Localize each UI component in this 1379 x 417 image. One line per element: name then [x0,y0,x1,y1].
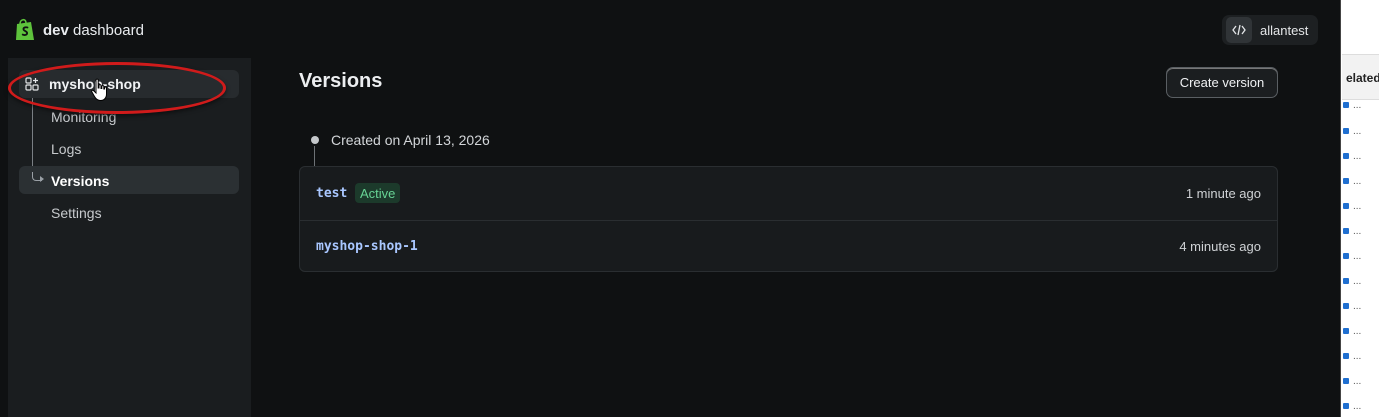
background-header: elated [1342,54,1379,100]
version-time: 1 minute ago [1185,185,1261,201]
background-row-text: ... [1353,126,1362,137]
version-row-myshop-shop-1[interactable]: myshop-shop-1 4 minutes ago [300,220,1277,272]
create-version-button[interactable]: Create version [1166,67,1278,98]
brand-rest: dashboard [73,21,144,39]
background-row-marker [1343,353,1349,359]
background-row-text: ... [1353,326,1362,337]
background-row-text: ... [1353,201,1362,212]
code-icon [1226,17,1252,43]
sidebar-item-versions[interactable]: Versions [51,173,109,189]
background-row-marker [1343,278,1349,284]
background-row-marker [1343,253,1349,259]
page-title: Versions [299,70,383,92]
hand-cursor-icon [91,78,107,102]
background-row-marker [1343,203,1349,209]
user-menu[interactable]: allantest [1222,15,1318,45]
background-row-marker [1343,228,1349,234]
background-row-marker [1343,128,1349,134]
background-row-marker [1343,303,1349,309]
background-window: elated ... ... ... ... ... ... ... ... .… [1342,0,1379,417]
background-row-marker [1343,102,1349,108]
background-row-marker [1343,378,1349,384]
version-name[interactable]: myshop-shop-1 [316,239,418,254]
sidebar-item-settings[interactable]: Settings [51,205,102,221]
background-row-marker [1343,153,1349,159]
background-row-text: ... [1353,376,1362,387]
apps-grid-icon [25,77,39,91]
status-badge: Active [355,183,401,203]
background-row-marker [1343,178,1349,184]
background-row-marker [1343,328,1349,334]
background-row-text: ... [1353,301,1362,312]
brand-bold: dev [43,21,69,39]
background-row-marker [1343,403,1349,409]
timeline-label: Created on April 13, 2026 [331,132,490,148]
background-row-text: ... [1353,151,1362,162]
sidebar: myshop-shop Monitoring Logs Versions Set… [8,58,251,417]
background-row-text: ... [1353,401,1362,412]
background-row-text: ... [1353,100,1362,111]
background-row-text: ... [1353,226,1362,237]
background-header-text: elated [1346,71,1379,85]
background-row-text: ... [1353,351,1362,362]
version-time: 4 minutes ago [1179,239,1261,254]
timeline-dot [311,136,319,144]
background-row-text: ... [1353,276,1362,287]
version-row-test[interactable]: test Active 1 minute ago [300,167,1277,219]
top-bar: dev dashboard allantest [0,0,1341,58]
dev-dashboard-window: dev dashboard allantest myshop-shop Moni… [0,0,1341,417]
shopify-bag-icon [16,18,34,40]
timeline-line [314,146,315,166]
versions-list: test Active 1 minute ago myshop-shop-1 4… [299,166,1278,272]
background-row-text: ... [1353,176,1362,187]
sidebar-item-logs[interactable]: Logs [51,141,81,157]
sidebar-item-monitoring[interactable]: Monitoring [51,109,116,125]
branch-arrow-icon [40,176,44,182]
background-row-text: ... [1353,251,1362,262]
version-name[interactable]: test [316,186,347,201]
brand[interactable]: dev dashboard [14,18,144,42]
sidebar-app-item[interactable]: myshop-shop [19,70,239,98]
user-name: allantest [1260,22,1309,38]
